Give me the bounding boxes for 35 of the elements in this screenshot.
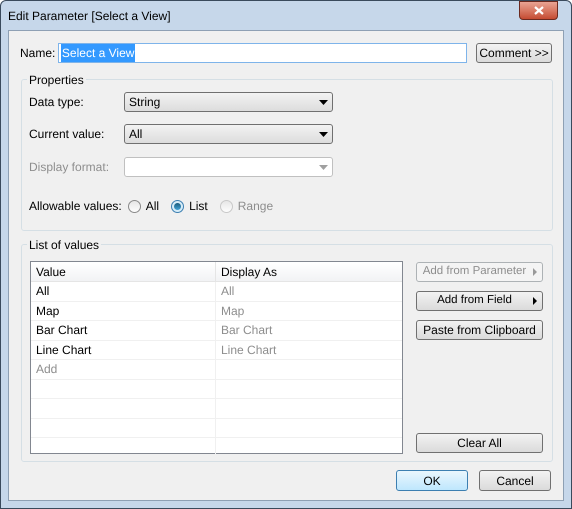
radio-label: List bbox=[189, 198, 208, 215]
field-label: Data type: bbox=[29, 94, 85, 111]
dropdown-value: All bbox=[129, 126, 142, 143]
radio-label: Range bbox=[238, 198, 274, 215]
caret-icon bbox=[533, 268, 537, 276]
dialog-button[interactable]: OK bbox=[396, 470, 468, 491]
column-header: Display As bbox=[220, 264, 278, 280]
table-cell[interactable]: Line Chart bbox=[31, 340, 216, 359]
dropdown-value: String bbox=[129, 94, 160, 111]
window-title: Edit Parameter [Select a View] bbox=[8, 8, 171, 24]
side-button[interactable]: Paste from Clipboard bbox=[416, 320, 543, 340]
name-label: Name: bbox=[20, 45, 56, 62]
dropdown-arrow-icon bbox=[319, 132, 328, 136]
comment-button[interactable]: Comment >> bbox=[476, 43, 552, 63]
column-header: Value bbox=[31, 262, 216, 281]
dropdown[interactable]: String bbox=[124, 92, 333, 112]
radio-button[interactable] bbox=[171, 200, 184, 212]
dialog-button[interactable]: Cancel bbox=[479, 470, 551, 491]
caret-icon bbox=[533, 297, 537, 305]
allowable-values-label: Allowable values: bbox=[29, 198, 122, 215]
table-cell[interactable]: All bbox=[31, 282, 216, 300]
table-cell[interactable]: Map bbox=[31, 302, 216, 320]
table-cell[interactable]: Bar Chart bbox=[31, 321, 216, 340]
side-button[interactable]: Add from Field bbox=[416, 291, 543, 311]
field-label: Current value: bbox=[29, 126, 106, 143]
close-button[interactable] bbox=[519, 1, 558, 20]
name-value: Select a View bbox=[60, 44, 136, 62]
dropdown-arrow-icon bbox=[319, 100, 328, 104]
field-label: Display format: bbox=[29, 159, 110, 176]
dropdown-arrow-icon bbox=[319, 164, 328, 170]
radio-button[interactable] bbox=[128, 200, 141, 212]
clear-all-button[interactable]: Clear All bbox=[416, 433, 543, 453]
close-icon bbox=[534, 6, 544, 15]
dropdown[interactable]: All bbox=[124, 124, 333, 144]
radio-label: All bbox=[146, 198, 160, 215]
